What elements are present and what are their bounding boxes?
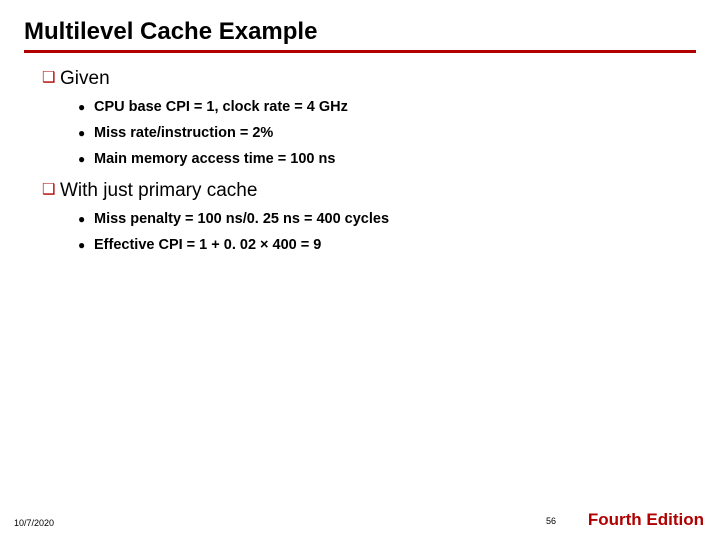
list-item: ❑ Given [42,67,686,91]
slide-footer: 10/7/2020 56 Fourth Edition [0,506,720,530]
list-text: Miss rate/instruction = 2% [94,123,273,143]
dot-bullet-icon: ● [78,149,94,169]
list-text: Main memory access time = 100 ns [94,149,335,169]
list-text: CPU base CPI = 1, clock rate = 4 GHz [94,97,348,117]
list-item: ● Miss penalty = 100 ns/0. 25 ns = 400 c… [78,209,686,229]
dot-bullet-icon: ● [78,209,94,229]
list-item: ❑ With just primary cache [42,179,686,203]
dot-bullet-icon: ● [78,97,94,117]
list-text: Effective CPI = 1 + 0. 02 × 400 = 9 [94,235,321,255]
sublist: ● CPU base CPI = 1, clock rate = 4 GHz ●… [42,97,686,169]
dot-bullet-icon: ● [78,235,94,255]
list-item: ● Main memory access time = 100 ns [78,149,686,169]
list-item: ● CPU base CPI = 1, clock rate = 4 GHz [78,97,686,117]
square-bullet-icon: ❑ [42,67,60,89]
slide-body: ❑ Given ● CPU base CPI = 1, clock rate =… [24,67,696,255]
sublist: ● Miss penalty = 100 ns/0. 25 ns = 400 c… [42,209,686,255]
section-heading: With just primary cache [60,179,257,203]
list-item: ● Miss rate/instruction = 2% [78,123,686,143]
slide-title: Multilevel Cache Example [24,18,696,46]
square-bullet-icon: ❑ [42,179,60,201]
slide: Multilevel Cache Example ❑ Given ● CPU b… [0,0,720,540]
list-text: Miss penalty = 100 ns/0. 25 ns = 400 cyc… [94,209,389,229]
list-item: ● Effective CPI = 1 + 0. 02 × 400 = 9 [78,235,686,255]
footer-edition: Fourth Edition [588,510,704,530]
section-heading: Given [60,67,110,91]
dot-bullet-icon: ● [78,123,94,143]
footer-date: 10/7/2020 [14,518,54,528]
footer-page-number: 56 [546,516,556,526]
title-bar: Multilevel Cache Example [24,18,696,53]
